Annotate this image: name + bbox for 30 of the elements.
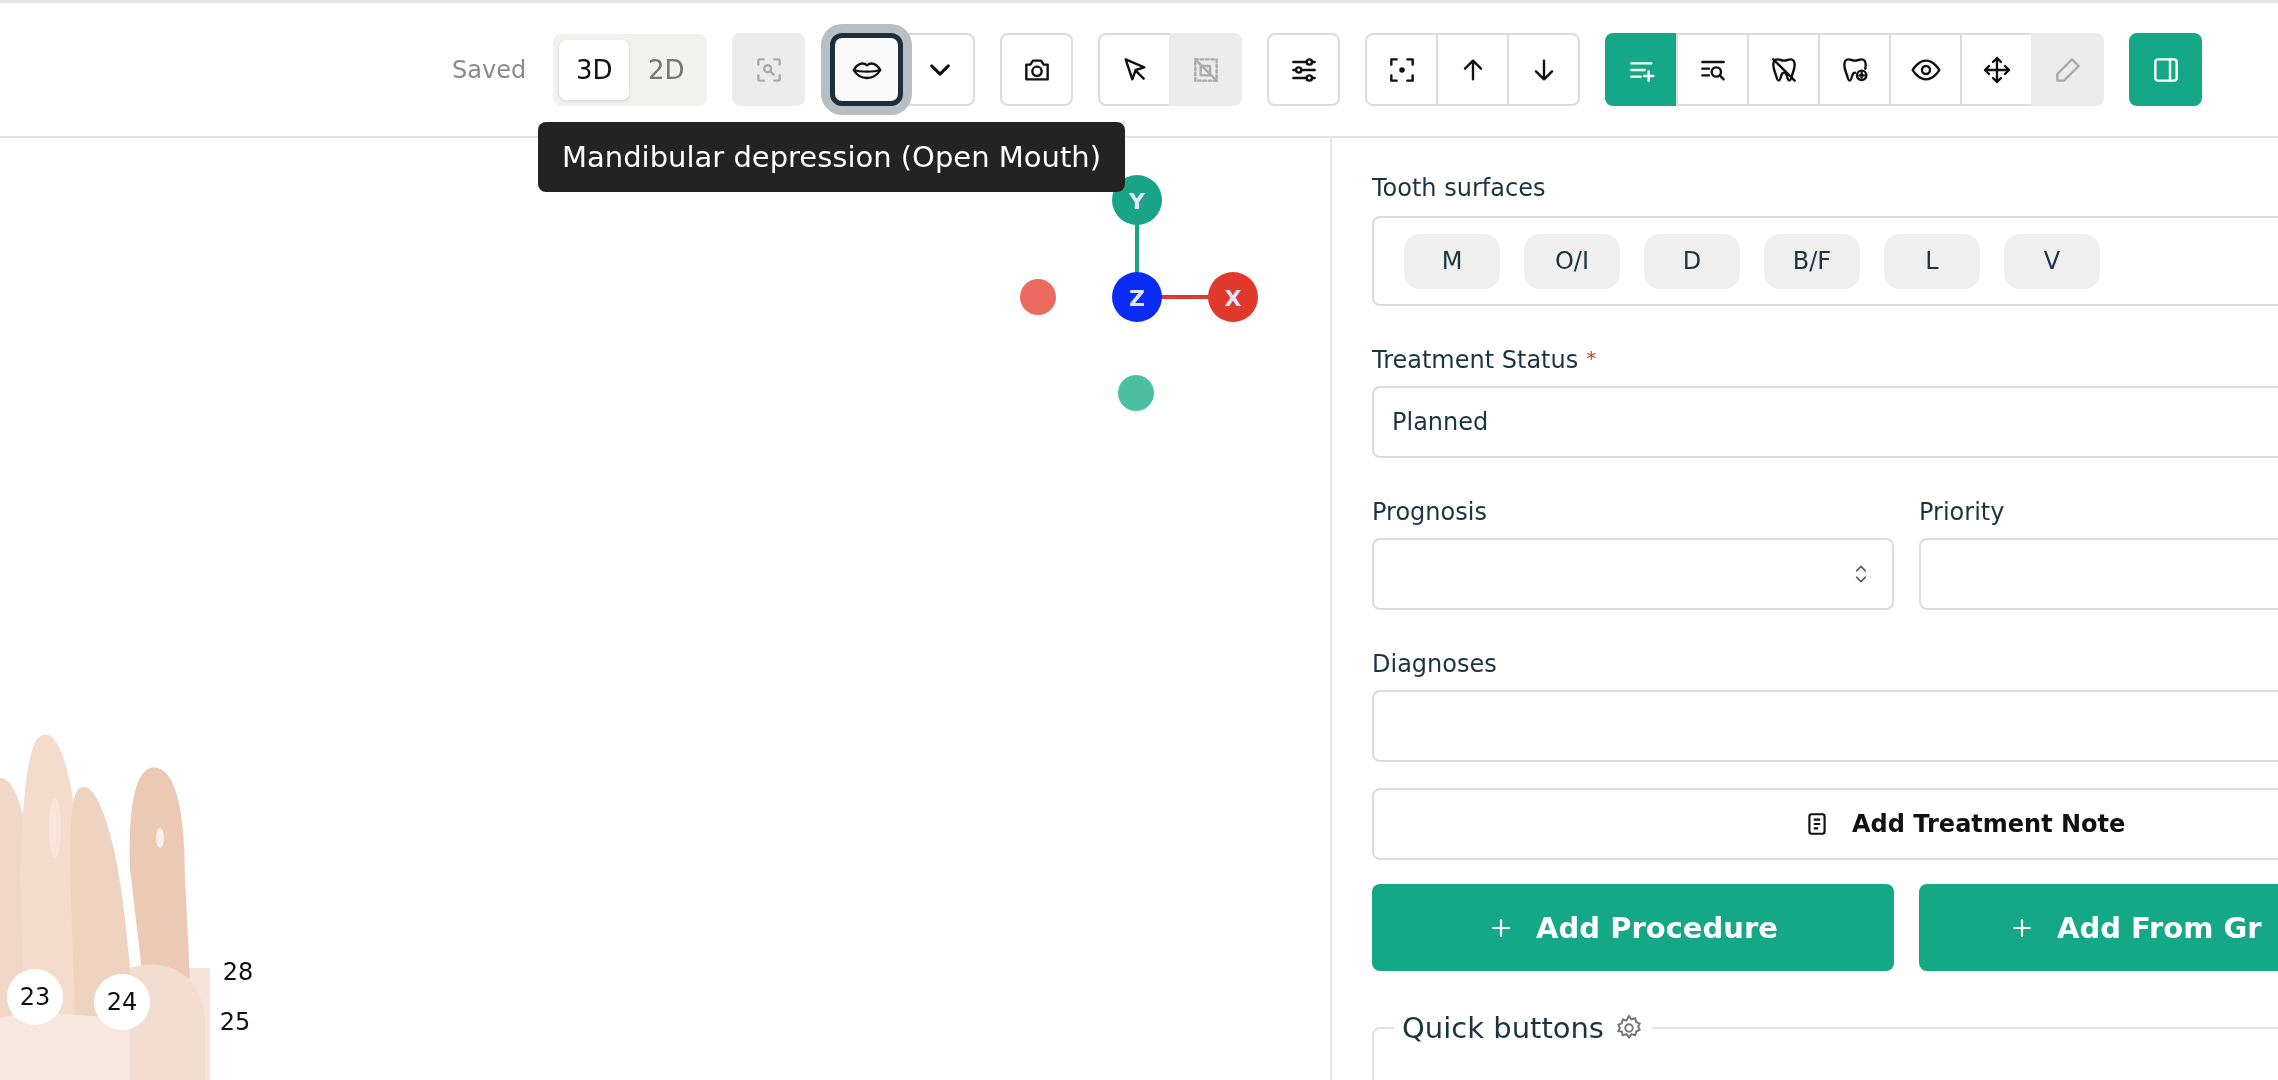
field-label: Treatment Status [1372, 346, 1579, 374]
caret-icon [930, 63, 951, 76]
axis-handle[interactable]: X [1208, 272, 1258, 322]
surface-chip[interactable]: V [2004, 233, 2100, 289]
add-note-button[interactable]: Add Treatment Note [1372, 788, 2278, 860]
view-mode-tab[interactable]: 3D [559, 39, 630, 100]
axis-handle[interactable]: Z [1112, 272, 1162, 322]
tooth-number[interactable]: 28 [222, 958, 254, 986]
surface-chip[interactable]: B/F [1764, 233, 1860, 289]
required-mark: * [1586, 346, 1597, 372]
field-label: Priority [1919, 498, 2006, 526]
section-title: Quick buttons [1402, 1011, 1604, 1045]
field-label: Diagnoses [1372, 650, 1498, 678]
axis-handle[interactable] [1118, 375, 1154, 411]
tooltip: Mandibular depression (Open Mouth) [538, 122, 1125, 192]
surface-chip[interactable]: L [1884, 233, 1980, 289]
tooth-number[interactable]: 25 [219, 1008, 251, 1036]
status-select[interactable]: Planned [1372, 386, 2278, 458]
view-mode-tab[interactable]: 2D [631, 39, 702, 100]
diagnoses-field[interactable] [1372, 690, 2278, 762]
axis-line [1160, 295, 1210, 299]
surface-chip[interactable]: M [1404, 233, 1500, 289]
save-status: Saved [452, 55, 527, 84]
surface-chip[interactable]: D [1644, 233, 1740, 289]
select-value: Planned [1392, 408, 1489, 436]
surface-chip[interactable]: O/I [1524, 233, 1620, 289]
field-label: Prognosis [1372, 498, 1488, 526]
axis-handle[interactable] [1020, 279, 1056, 315]
axis-line [1135, 223, 1139, 274]
field-label: Tooth surfaces [1372, 174, 1547, 202]
